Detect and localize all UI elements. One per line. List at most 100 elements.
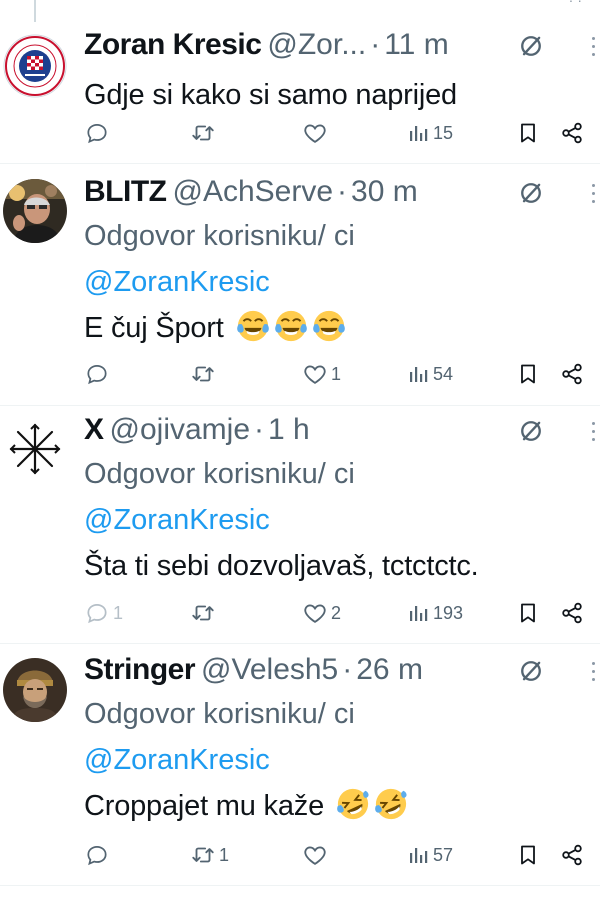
heart-icon [302,600,328,626]
action-bar: 15 [84,118,600,148]
separator-dot: · [254,413,265,446]
avatar[interactable] [3,179,67,243]
reply-context: Odgovor korisniku/ ci @ZoranKresic [84,213,384,305]
retweet-button[interactable]: 1 [190,840,229,870]
retweet-icon [190,361,216,387]
bookmark-icon [516,121,540,145]
action-bar: 1 54 [84,359,600,389]
reply-button[interactable] [84,118,113,148]
mention-link[interactable]: @ZoranKresic [84,266,270,298]
heart-icon [302,120,328,146]
tweet[interactable]: X @ojivamje · 1 h Odgovor korisniku/ ci … [0,405,600,644]
more-options-icon[interactable] [590,662,596,681]
tweet[interactable]: Zoran Kresic @Zor... · 11 m Gdje si kako… [0,0,600,164]
view-count: 54 [433,363,454,384]
author-name[interactable]: Stringer [84,651,196,689]
retweet-button[interactable] [190,359,219,389]
grok-icon[interactable] [517,657,545,685]
face-with-tears-of-joy-icon [236,309,270,343]
author-name[interactable]: Zoran Kresic [84,26,262,64]
reply-icon [84,600,110,626]
views-icon [406,601,430,625]
tweet-time[interactable]: 11 m [384,26,448,64]
grok-icon[interactable] [517,179,545,207]
like-count: 1 [331,363,342,384]
like-count: 2 [331,602,342,623]
rolling-on-the-floor-laughing-icon [374,787,408,821]
retweet-button[interactable] [190,598,219,628]
share-button[interactable] [560,118,584,148]
reply-button[interactable] [84,840,113,870]
mention-link[interactable]: @ZoranKresic [84,504,270,536]
retweet-button[interactable] [190,118,219,148]
retweet-icon [190,600,216,626]
reply-icon [84,120,110,146]
face-with-tears-of-joy-icon [274,309,308,343]
view-count: 193 [433,602,464,623]
views-button[interactable]: 54 [406,359,453,389]
share-button[interactable] [560,359,584,389]
views-button[interactable]: 57 [406,840,453,870]
grok-icon[interactable] [517,417,545,445]
like-button[interactable]: 1 [302,359,341,389]
reply-context: Odgovor korisniku/ ci @ZoranKresic [84,451,384,543]
tweet-text: Gdje si kako si samo naprijed [84,79,457,111]
face-with-tears-of-joy-icon [312,309,346,343]
tweet[interactable]: Stringer @Velesh5 · 26 m Odgovor korisni… [0,643,600,886]
more-options-icon[interactable] [590,422,596,441]
tweet-time[interactable]: 30 m [351,173,418,211]
action-bar: 1 2 193 [84,598,600,628]
share-icon [560,362,584,386]
author-name[interactable]: X [84,411,104,449]
asterisk-symbol-icon [3,417,67,481]
author-handle[interactable]: @Zor... [267,26,366,64]
share-button[interactable] [560,840,584,870]
bookmark-button[interactable] [516,118,540,148]
views-button[interactable]: 193 [406,598,463,628]
bookmark-button[interactable] [516,598,540,628]
reply-button[interactable]: 1 [84,598,123,628]
views-button[interactable]: 15 [406,118,453,148]
more-options-icon[interactable] [590,37,596,56]
share-button[interactable] [560,598,584,628]
like-button[interactable] [302,840,331,870]
bookmark-icon [516,362,540,386]
reply-icon [84,842,110,868]
view-count: 15 [433,122,454,143]
tweet[interactable]: BLITZ @AchServe · 30 m Odgovor korisniku… [0,163,600,406]
reply-count: 1 [113,602,124,623]
bearded-man-photo-icon [3,658,67,722]
view-count: 57 [433,844,454,865]
avatar[interactable] [3,658,67,722]
bookmark-button[interactable] [516,359,540,389]
tweet-text-body: E čuj Šport [84,312,224,344]
tweet-text-body: Croppajet mu kaže [84,790,324,822]
avatar[interactable] [3,34,67,98]
views-icon [406,362,430,386]
like-button[interactable] [302,118,331,148]
author-handle[interactable]: @ojivamje [110,411,251,449]
reply-button[interactable] [84,359,113,389]
mention-link[interactable]: @ZoranKresic [84,744,270,776]
author-name[interactable]: BLITZ [84,173,167,211]
avatar[interactable] [3,417,67,481]
views-icon [406,121,430,145]
tweet-time[interactable]: 26 m [356,651,423,689]
like-button[interactable]: 2 [302,598,341,628]
tweet-header: X @ojivamje · 1 h [84,411,586,449]
tweet-header: BLITZ @AchServe · 30 m [84,173,586,211]
club-crest-icon [3,34,67,98]
bookmark-button[interactable] [516,840,540,870]
more-options-icon[interactable] [590,184,596,203]
reply-context: Odgovor korisniku/ ci @ZoranKresic [84,691,384,783]
heart-icon [302,361,328,387]
action-bar: 1 57 [84,840,600,870]
author-handle[interactable]: @AchServe [172,173,333,211]
author-handle[interactable]: @Velesh5 [201,651,338,689]
share-icon [560,121,584,145]
tweet-time[interactable]: 1 h [268,411,310,449]
grok-icon[interactable] [517,32,545,60]
share-icon [560,843,584,867]
separator-dot: · [370,28,381,61]
retweet-icon [190,120,216,146]
